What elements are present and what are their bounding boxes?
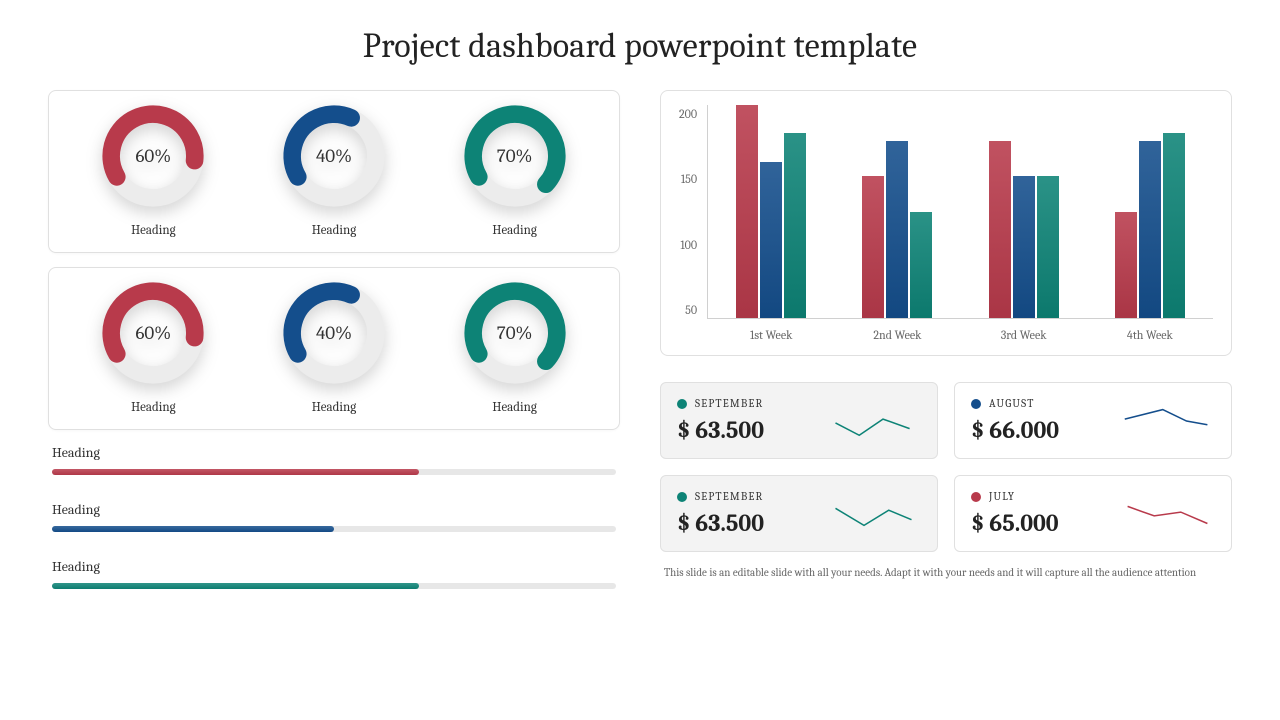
stat-amount: $ 63.500 xyxy=(677,416,764,444)
progress-bar-fill xyxy=(52,583,419,589)
gauge-label: Heading xyxy=(98,223,208,238)
gauge-label: Heading xyxy=(279,400,389,415)
progress-bar: Heading xyxy=(52,501,616,532)
progress-bar-track xyxy=(52,526,616,532)
y-tick: 50 xyxy=(679,303,697,317)
progress-bar-label: Heading xyxy=(52,444,616,461)
gauge-ring: 70% xyxy=(460,278,570,388)
progress-bar-track xyxy=(52,583,616,589)
x-category: 3rd Week xyxy=(961,328,1087,342)
chart-cluster: 4th Week xyxy=(1087,105,1213,318)
gauge-item: 40% Heading xyxy=(279,101,389,238)
bar-chart-card: 200 150 100 50 1st Week 2nd Week 3rd Week 4… xyxy=(660,90,1232,356)
gauge-item: 40% Heading xyxy=(279,278,389,415)
gauge-ring: 60% xyxy=(98,101,208,211)
y-tick: 150 xyxy=(679,172,697,186)
gauge-label: Heading xyxy=(460,223,570,238)
progress-bar-label: Heading xyxy=(52,558,616,575)
chart-bar xyxy=(989,141,1011,319)
progress-bar: Heading xyxy=(52,558,616,589)
chart-bar xyxy=(910,212,932,319)
stat-card: JULY $ 65.000 xyxy=(954,475,1232,552)
chart-bar xyxy=(736,105,758,318)
gauge-item: 60% Heading xyxy=(98,278,208,415)
page-title: Project dashboard powerpoint template xyxy=(0,0,1280,66)
gauge-card-2: 60% Heading 40% Heading 70% Heading xyxy=(48,267,620,430)
gauge-ring: 60% xyxy=(98,278,208,388)
dot-icon xyxy=(971,399,981,409)
footnote-text: This slide is an editable slide with all… xyxy=(660,566,1232,579)
progress-bar-track xyxy=(52,469,616,475)
stat-month: SEPTEMBER xyxy=(677,397,764,410)
dot-icon xyxy=(971,492,981,502)
y-tick: 200 xyxy=(679,107,697,121)
chart-bar xyxy=(760,162,782,318)
sparkline xyxy=(1120,494,1215,534)
gauge-percent: 60% xyxy=(98,278,208,388)
progress-bar-fill xyxy=(52,526,334,532)
dot-icon xyxy=(677,399,687,409)
sparkline xyxy=(826,401,921,441)
chart-bar xyxy=(1115,212,1137,319)
x-category: 4th Week xyxy=(1087,328,1213,342)
x-category: 1st Week xyxy=(708,328,834,342)
gauge-label: Heading xyxy=(279,223,389,238)
y-tick: 100 xyxy=(679,238,697,252)
gauge-percent: 60% xyxy=(98,101,208,211)
chart-bar xyxy=(886,141,908,319)
chart-cluster: 1st Week xyxy=(708,105,834,318)
stat-amount: $ 66.000 xyxy=(971,416,1059,444)
stat-amount: $ 65.000 xyxy=(971,509,1059,537)
chart-cluster: 2nd Week xyxy=(834,105,960,318)
gauge-ring: 40% xyxy=(279,278,389,388)
stat-card: SEPTEMBER $ 63.500 xyxy=(660,475,938,552)
stat-card: AUGUST $ 66.000 xyxy=(954,382,1232,459)
chart-bar xyxy=(1163,133,1185,318)
x-category: 2nd Week xyxy=(834,328,960,342)
chart-bar xyxy=(1139,141,1161,319)
gauge-item: 60% Heading xyxy=(98,101,208,238)
progress-bar-fill xyxy=(52,469,419,475)
gauge-item: 70% Heading xyxy=(460,278,570,415)
gauge-percent: 40% xyxy=(279,101,389,211)
chart-bar xyxy=(1013,176,1035,318)
sparkline xyxy=(1120,401,1215,441)
chart-cluster: 3rd Week xyxy=(961,105,1087,318)
gauge-label: Heading xyxy=(460,400,570,415)
gauge-card-1: 60% Heading 40% Heading 70% Heading xyxy=(48,90,620,253)
sparkline xyxy=(826,494,921,534)
gauge-ring: 70% xyxy=(460,101,570,211)
progress-bar: Heading xyxy=(52,444,616,475)
stat-card: SEPTEMBER $ 63.500 xyxy=(660,382,938,459)
chart-bar xyxy=(1037,176,1059,318)
gauge-percent: 40% xyxy=(279,278,389,388)
progress-bar-group: Heading Heading Heading xyxy=(48,444,620,589)
stat-month: JULY xyxy=(971,490,1059,503)
chart-bar xyxy=(862,176,884,318)
stat-month: AUGUST xyxy=(971,397,1059,410)
stat-amount: $ 63.500 xyxy=(677,509,764,537)
gauge-item: 70% Heading xyxy=(460,101,570,238)
dot-icon xyxy=(677,492,687,502)
gauge-label: Heading xyxy=(98,400,208,415)
stat-month: SEPTEMBER xyxy=(677,490,764,503)
gauge-percent: 70% xyxy=(460,278,570,388)
progress-bar-label: Heading xyxy=(52,501,616,518)
gauge-ring: 40% xyxy=(279,101,389,211)
chart-bar xyxy=(784,133,806,318)
gauge-percent: 70% xyxy=(460,101,570,211)
